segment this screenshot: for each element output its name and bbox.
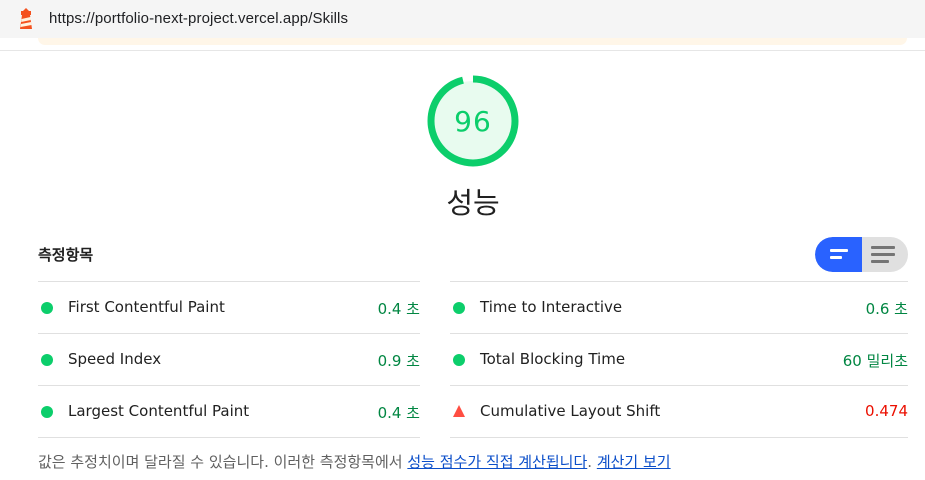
metric-name: Time to Interactive bbox=[480, 298, 623, 316]
metrics-heading: 측정항목 bbox=[38, 246, 94, 264]
metric-row-cls: Cumulative Layout Shift 0.474 bbox=[450, 385, 908, 437]
metric-name: First Contentful Paint bbox=[68, 298, 225, 316]
metric-row-tbt: Total Blocking Time 60 밀리초 bbox=[450, 333, 908, 385]
metric-row-speed-index: Speed Index 0.9 초 bbox=[38, 333, 420, 385]
metric-value: 0.6 초 bbox=[865, 300, 908, 318]
metric-row-lcp: Largest Contentful Paint 0.4 초 bbox=[38, 385, 420, 437]
metric-value: 0.4 초 bbox=[377, 404, 420, 422]
detail-view-button[interactable] bbox=[862, 237, 908, 272]
pass-icon bbox=[453, 354, 465, 366]
metric-value: 0.4 초 bbox=[377, 300, 420, 318]
divider bbox=[450, 437, 908, 438]
url-text[interactable]: https://portfolio-next-project.vercel.ap… bbox=[49, 10, 348, 27]
divider bbox=[0, 50, 925, 51]
score-calc-link[interactable]: 성능 점수가 직접 계산됩니다 bbox=[407, 453, 587, 471]
category-title: 성능 bbox=[446, 186, 500, 220]
metric-row-tti: Time to Interactive 0.6 초 bbox=[450, 281, 908, 333]
metric-value: 60 밀리초 bbox=[842, 352, 908, 370]
metric-name: Cumulative Layout Shift bbox=[480, 402, 661, 420]
metric-name: Largest Contentful Paint bbox=[68, 402, 250, 420]
fail-triangle-icon bbox=[453, 405, 465, 417]
pass-icon bbox=[41, 406, 53, 418]
metric-row-fcp: First Contentful Paint 0.4 초 bbox=[38, 281, 420, 333]
summary-view-button[interactable] bbox=[815, 237, 862, 272]
pass-icon bbox=[41, 302, 53, 314]
lines-summary-icon bbox=[830, 249, 848, 263]
lighthouse-icon bbox=[20, 8, 32, 29]
lines-detail-icon bbox=[871, 246, 895, 267]
divider bbox=[38, 437, 420, 438]
pass-icon bbox=[41, 354, 53, 366]
pass-icon bbox=[453, 302, 465, 314]
metric-value: 0.474 bbox=[865, 402, 908, 420]
metrics-footnote: 값은 추정치이며 달라질 수 있습니다. 이러한 측정항목에서 성능 점수가 직… bbox=[38, 451, 671, 472]
calculator-link[interactable]: 계산기 보기 bbox=[597, 453, 671, 471]
footnote-text: 값은 추정치이며 달라질 수 있습니다. 이러한 측정항목에서 bbox=[38, 453, 408, 471]
address-bar: https://portfolio-next-project.vercel.ap… bbox=[0, 0, 925, 38]
metric-name: Total Blocking Time bbox=[480, 350, 626, 368]
score-value: 96 bbox=[454, 105, 492, 138]
warning-banner bbox=[38, 38, 907, 45]
footnote-separator: . bbox=[587, 453, 597, 471]
metric-view-toggle[interactable] bbox=[815, 237, 908, 272]
metric-value: 0.9 초 bbox=[377, 352, 420, 370]
metric-name: Speed Index bbox=[68, 350, 162, 368]
